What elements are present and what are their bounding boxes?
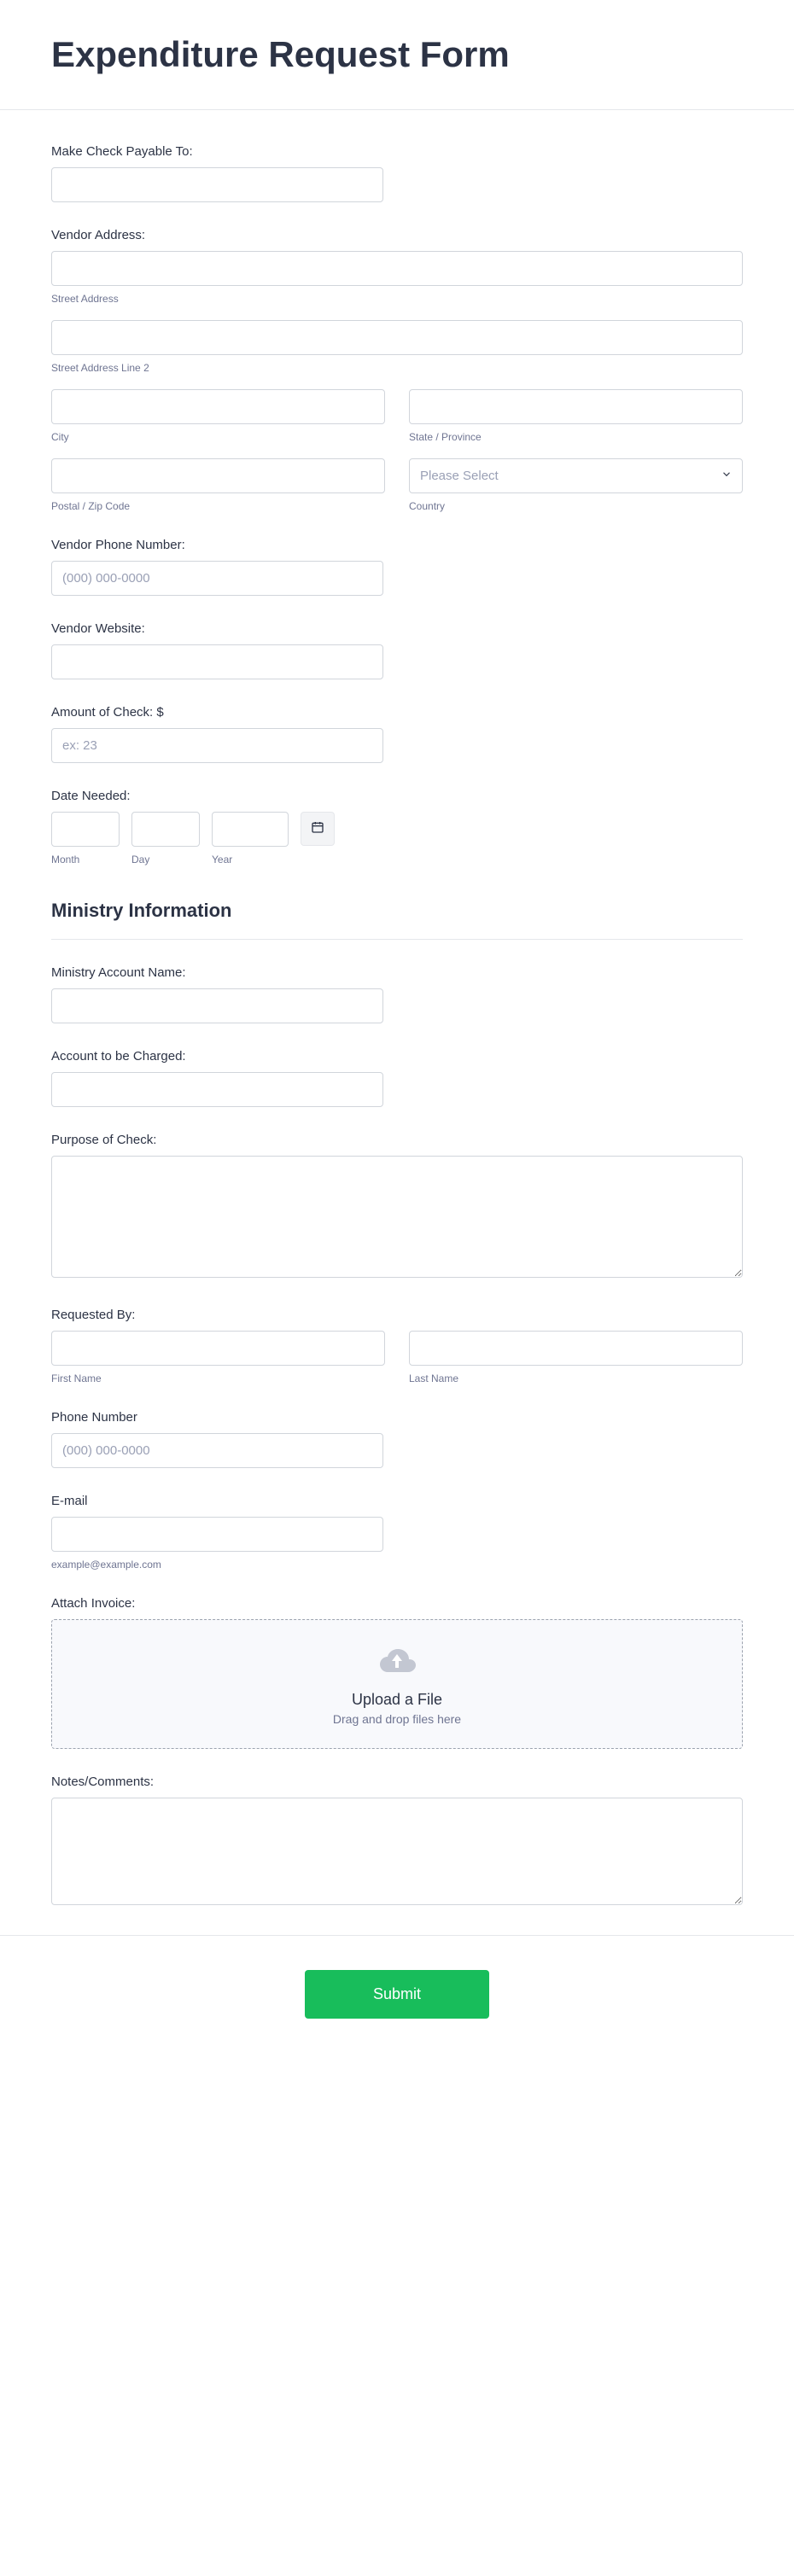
purpose-textarea[interactable] — [51, 1156, 743, 1278]
payee-label: Make Check Payable To: — [51, 144, 743, 159]
title-divider — [0, 109, 794, 110]
street2-input[interactable] — [51, 320, 743, 355]
upload-zone[interactable]: Upload a File Drag and drop files here — [51, 1619, 743, 1749]
last-name-sublabel: Last Name — [409, 1373, 743, 1384]
first-name-input[interactable] — [51, 1331, 385, 1366]
payee-input[interactable] — [51, 167, 383, 202]
street-sublabel: Street Address — [51, 293, 743, 305]
requested-by-label: Requested By: — [51, 1308, 743, 1322]
first-name-sublabel: First Name — [51, 1373, 385, 1384]
submit-button[interactable]: Submit — [305, 1970, 489, 2019]
postal-input[interactable] — [51, 458, 385, 493]
day-input[interactable] — [131, 812, 200, 847]
day-sublabel: Day — [131, 854, 200, 865]
country-select[interactable]: Please Select — [409, 458, 743, 493]
amount-label: Amount of Check: $ — [51, 705, 743, 720]
month-input[interactable] — [51, 812, 120, 847]
upload-subtitle: Drag and drop files here — [69, 1712, 725, 1726]
date-needed-label: Date Needed: — [51, 789, 743, 803]
postal-sublabel: Postal / Zip Code — [51, 500, 385, 512]
month-sublabel: Month — [51, 854, 120, 865]
page-title: Expenditure Request Form — [51, 34, 743, 75]
phone-input[interactable] — [51, 1433, 383, 1468]
account-charged-input[interactable] — [51, 1072, 383, 1107]
ministry-divider — [51, 939, 743, 940]
upload-title: Upload a File — [69, 1691, 725, 1709]
notes-label: Notes/Comments: — [51, 1775, 743, 1789]
footer-divider — [0, 1935, 794, 1936]
calendar-icon — [311, 820, 324, 838]
vendor-website-label: Vendor Website: — [51, 621, 743, 636]
street2-sublabel: Street Address Line 2 — [51, 362, 743, 374]
year-sublabel: Year — [212, 854, 289, 865]
ministry-account-name-label: Ministry Account Name: — [51, 965, 743, 980]
purpose-label: Purpose of Check: — [51, 1133, 743, 1147]
country-sublabel: Country — [409, 500, 743, 512]
amount-input[interactable] — [51, 728, 383, 763]
vendor-phone-label: Vendor Phone Number: — [51, 538, 743, 552]
attach-label: Attach Invoice: — [51, 1596, 743, 1611]
state-sublabel: State / Province — [409, 431, 743, 443]
state-input[interactable] — [409, 389, 743, 424]
ministry-section-title: Ministry Information — [51, 900, 743, 922]
vendor-phone-input[interactable] — [51, 561, 383, 596]
ministry-account-name-input[interactable] — [51, 988, 383, 1023]
phone-label: Phone Number — [51, 1410, 743, 1425]
vendor-address-label: Vendor Address: — [51, 228, 743, 242]
calendar-button[interactable] — [301, 812, 335, 846]
email-input[interactable] — [51, 1517, 383, 1552]
city-sublabel: City — [51, 431, 385, 443]
vendor-website-input[interactable] — [51, 644, 383, 679]
cloud-upload-icon — [69, 1646, 725, 1681]
street-input[interactable] — [51, 251, 743, 286]
account-charged-label: Account to be Charged: — [51, 1049, 743, 1064]
notes-textarea[interactable] — [51, 1798, 743, 1905]
year-input[interactable] — [212, 812, 289, 847]
email-label: E-mail — [51, 1494, 743, 1508]
last-name-input[interactable] — [409, 1331, 743, 1366]
city-input[interactable] — [51, 389, 385, 424]
email-hint: example@example.com — [51, 1559, 383, 1571]
